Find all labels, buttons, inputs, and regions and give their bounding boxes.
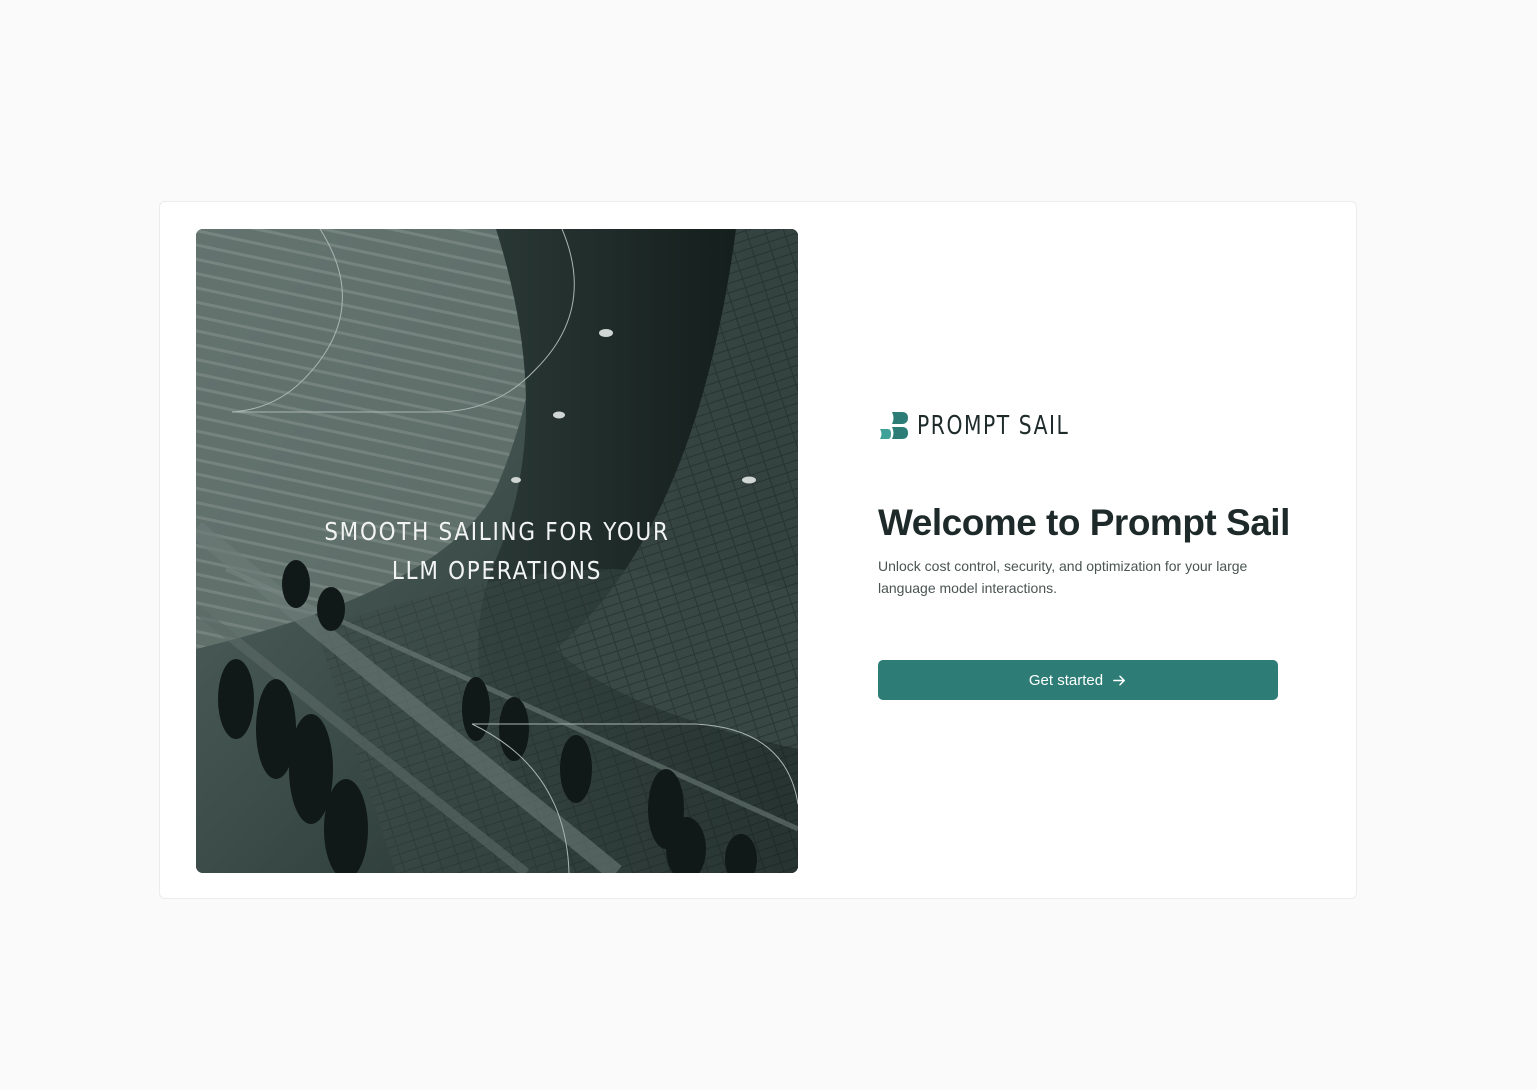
brand-name: PROMPT SAIL bbox=[917, 411, 1070, 441]
hero-tagline-line1: SMOOTH SAILING FOR YOUR bbox=[324, 517, 670, 546]
page-subtitle: Unlock cost control, security, and optim… bbox=[878, 558, 1248, 596]
get-started-button[interactable]: Get started bbox=[878, 660, 1278, 700]
page-title: Welcome to Prompt Sail bbox=[878, 502, 1290, 543]
arrow-right-icon bbox=[1113, 675, 1126, 685]
welcome-card: SMOOTH SAILING FOR YOUR LLM OPERATIONS P… bbox=[159, 201, 1357, 899]
hero-image-panel: SMOOTH SAILING FOR YOUR LLM OPERATIONS bbox=[196, 229, 798, 873]
prompt-sail-logo-icon bbox=[880, 412, 908, 439]
hero-tagline: SMOOTH SAILING FOR YOUR LLM OPERATIONS bbox=[238, 512, 756, 590]
get-started-label: Get started bbox=[1028, 671, 1104, 689]
brand-logo: PROMPT SAIL bbox=[878, 411, 1112, 441]
hero-tagline-line2: LLM OPERATIONS bbox=[391, 556, 603, 585]
welcome-panel: PROMPT SAIL Welcome to Prompt Sail Unloc… bbox=[878, 202, 1298, 900]
